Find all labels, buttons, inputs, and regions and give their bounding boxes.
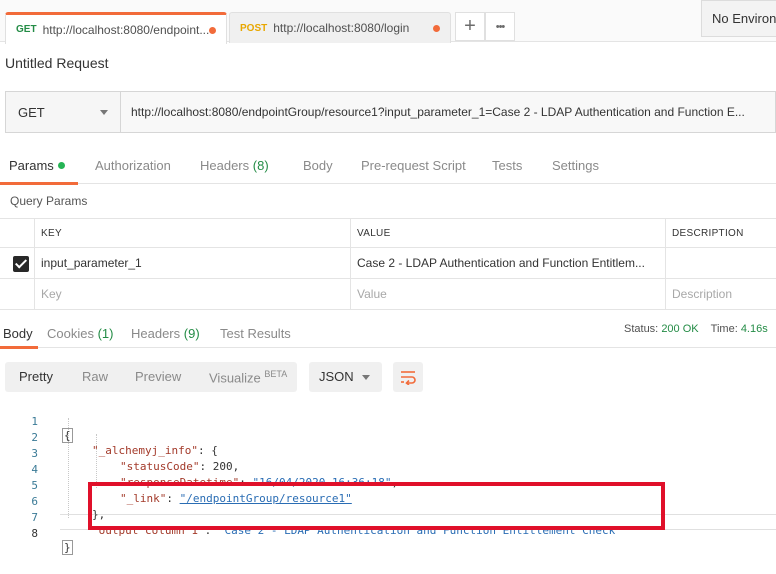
- tab-method: POST: [240, 22, 268, 34]
- tab-more-button[interactable]: •••: [485, 12, 515, 41]
- active-tab-indicator: [0, 182, 78, 185]
- tab-tests-label: Tests: [492, 158, 523, 173]
- tab-response-body[interactable]: Body: [3, 326, 33, 341]
- tab-headers-count: (8): [252, 158, 269, 173]
- code-line: 1 {: [0, 402, 776, 443]
- unsaved-dot-icon: [433, 25, 440, 32]
- active-response-tab-indicator: [0, 346, 38, 349]
- column-header-description: DESCRIPTION: [665, 219, 776, 247]
- tab-response-headers-count: (9): [183, 326, 200, 341]
- request-tab-bar: GET http://localhost:8080/endpoint... PO…: [0, 0, 776, 44]
- tab-headers-label: Headers: [200, 158, 250, 173]
- tab-test-results[interactable]: Test Results: [220, 326, 291, 341]
- line-number: 8: [31, 527, 38, 540]
- url-bar: GET http://localhost:8080/endpointGroup/…: [5, 91, 776, 133]
- tab-get-endpoint[interactable]: GET http://localhost:8080/endpoint...: [5, 12, 227, 44]
- column-header-key: KEY: [34, 219, 350, 247]
- wrap-lines-button[interactable]: [393, 362, 423, 392]
- request-tabs: Params Authorization Headers (8) Body Pr…: [0, 148, 776, 184]
- beta-badge: BETA: [264, 369, 288, 379]
- request-title[interactable]: Untitled Request: [5, 55, 109, 71]
- visualize-label: Visualize: [209, 370, 261, 386]
- tab-params-label: Params: [9, 158, 54, 173]
- annotation-highlight-box: [88, 482, 665, 530]
- param-value-input[interactable]: Case 2 - LDAP Authentication and Functio…: [350, 248, 665, 278]
- tab-body[interactable]: Body: [303, 158, 333, 173]
- tab-url: http://localhost:8080/endpoint...: [42, 22, 210, 37]
- code-line: 2 "_alchemyj_info": {: [0, 418, 776, 457]
- tab-response-body-label: Body: [3, 326, 33, 341]
- param-key-input[interactable]: input_parameter_1: [34, 248, 350, 278]
- code-line: 3 "statusCode": 200,: [0, 434, 776, 473]
- raw-button[interactable]: Raw: [82, 369, 108, 384]
- code-text: }: [62, 540, 73, 555]
- tab-cookies-label: Cookies: [47, 326, 94, 341]
- query-params-label: Query Params: [10, 194, 88, 208]
- tab-cookies[interactable]: Cookies (1): [47, 326, 113, 341]
- tab-response-headers-label: Headers: [131, 326, 181, 341]
- environment-select[interactable]: No Environ: [701, 0, 776, 37]
- environment-label: No Environ: [712, 11, 776, 26]
- table-header-row: KEY VALUE DESCRIPTION: [0, 219, 776, 248]
- table-row: input_parameter_1 Case 2 - LDAP Authenti…: [0, 248, 776, 279]
- code-line: 4 "responseDatetime": "16/04/2020 16:36:…: [0, 450, 776, 489]
- new-key-input[interactable]: Key: [34, 279, 350, 309]
- new-value-input[interactable]: Value: [350, 279, 665, 309]
- param-enabled-checkbox[interactable]: [13, 256, 29, 272]
- tab-method: GET: [16, 24, 37, 35]
- chevron-down-icon: [100, 110, 108, 115]
- tab-tests[interactable]: Tests: [492, 158, 522, 173]
- tab-prerequest-label: Pre-request Script: [361, 158, 466, 173]
- status-readout: Status: 200 OK Time: 4.16s: [624, 323, 768, 335]
- chevron-down-icon: [362, 375, 370, 380]
- preview-button[interactable]: Preview: [135, 369, 181, 384]
- time-label: Time:: [710, 323, 738, 335]
- query-params-table: KEY VALUE DESCRIPTION input_parameter_1 …: [0, 218, 776, 310]
- code-line: 5 "_link": "/endpointGroup/resource1": [0, 466, 776, 505]
- add-tab-button[interactable]: +: [455, 12, 485, 41]
- time-value[interactable]: 4.16s: [741, 323, 768, 335]
- tab-post-login[interactable]: POST http://localhost:8080/login: [229, 12, 451, 43]
- tab-settings-label: Settings: [552, 158, 599, 173]
- param-description-input[interactable]: [665, 248, 776, 278]
- status-label: Status:: [624, 323, 659, 335]
- format-select[interactable]: JSON: [309, 362, 382, 392]
- tab-settings[interactable]: Settings: [552, 158, 599, 173]
- tab-authorization-label: Authorization: [95, 158, 171, 173]
- tab-test-results-label: Test Results: [220, 326, 291, 341]
- visualize-button[interactable]: Visualize BETA: [209, 369, 287, 385]
- tab-url: http://localhost:8080/login: [273, 21, 410, 35]
- pretty-button[interactable]: Pretty: [19, 369, 53, 384]
- format-value: JSON: [319, 369, 354, 384]
- tab-prerequest-script[interactable]: Pre-request Script: [361, 158, 466, 173]
- tab-authorization[interactable]: Authorization: [95, 158, 171, 173]
- tab-cookies-count: (1): [97, 326, 114, 341]
- url-input[interactable]: http://localhost:8080/endpointGroup/reso…: [121, 92, 775, 132]
- method-select[interactable]: GET: [6, 92, 121, 132]
- column-header-value: VALUE: [350, 219, 665, 247]
- tab-body-label: Body: [303, 158, 333, 173]
- tab-params[interactable]: Params: [9, 158, 65, 173]
- status-value[interactable]: 200 OK: [661, 323, 698, 335]
- plus-icon: +: [464, 15, 476, 37]
- matched-brace: }: [62, 540, 73, 555]
- response-view-toolbar: Pretty Raw Preview Visualize BETA: [5, 362, 297, 392]
- method-value: GET: [18, 104, 45, 120]
- tab-headers[interactable]: Headers (8): [200, 158, 269, 173]
- table-row-empty: Key Value Description: [0, 279, 776, 310]
- wrap-lines-icon: [401, 371, 416, 385]
- more-icon: •••: [495, 20, 506, 33]
- tab-response-headers[interactable]: Headers (9): [131, 326, 200, 341]
- active-dot-icon: [57, 162, 65, 169]
- new-description-input[interactable]: Description: [665, 279, 776, 309]
- unsaved-dot-icon: [209, 27, 216, 34]
